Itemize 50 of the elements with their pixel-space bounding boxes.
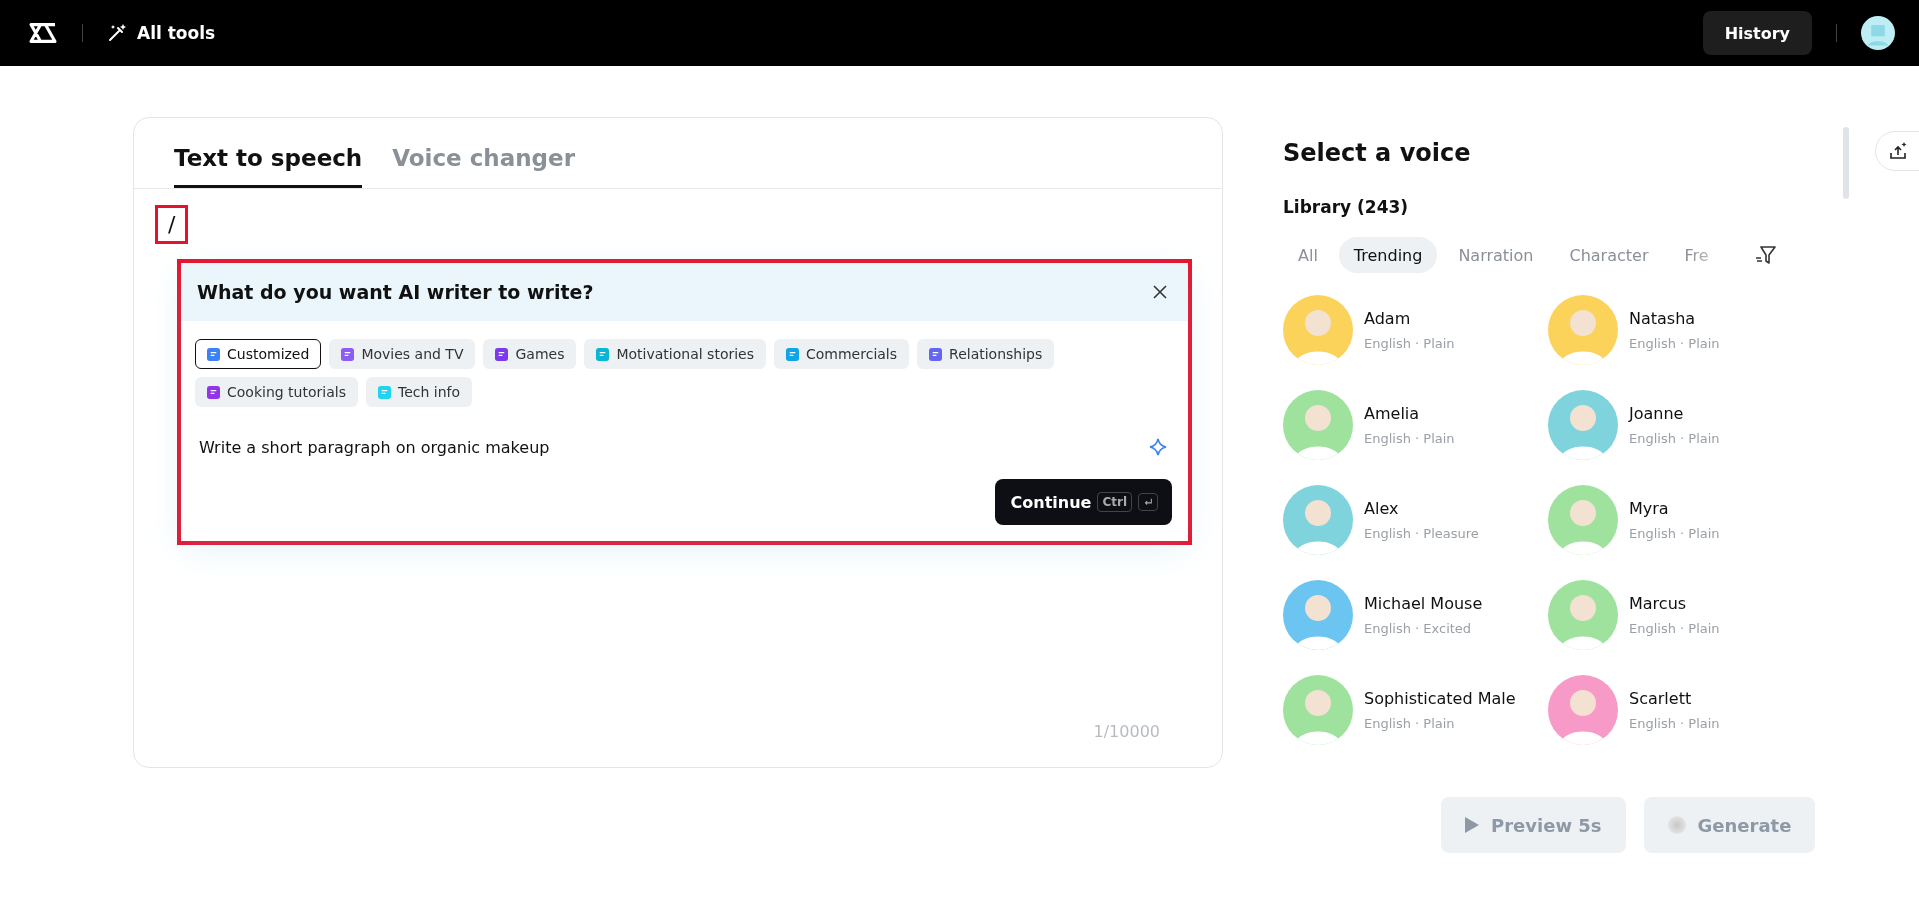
category-chip[interactable]: Tech info [365,377,473,407]
category-chip[interactable]: Customized [195,339,322,369]
voice-style: English · Plain [1629,431,1720,446]
voice-style: English · Plain [1629,336,1720,351]
library-heading: Library (243) [1283,197,1410,217]
voice-item[interactable]: Sophisticated Male English · Plain [1283,675,1548,745]
voice-style: English · Pleasure [1364,526,1479,541]
voice-style: English · Plain [1629,716,1720,731]
voice-style: English · Plain [1364,336,1455,351]
voice-item[interactable]: Alex English · Pleasure [1283,485,1548,555]
filter-tab[interactable]: Trending [1338,237,1438,273]
voice-style: English · Plain [1629,526,1720,541]
voice-style: English · Excited [1364,621,1473,636]
voice-style: English · Plain [1629,621,1720,636]
voice-item[interactable]: Marcus English · Plain [1548,580,1813,650]
voice-item[interactable]: Amelia English · Plain [1283,390,1548,460]
history-button[interactable]: History [1702,11,1812,55]
voice-name: Marcus [1629,594,1688,613]
voice-name: Sophisticated Male [1364,689,1516,708]
voice-item[interactable]: Natasha English · Plain [1548,295,1813,365]
voice-name: Adam [1364,309,1412,328]
category-chip[interactable]: Relationships [917,339,1055,369]
category-chip[interactable]: Movies and TV [329,339,476,369]
voice-item[interactable]: Scarlett English · Plain [1548,675,1813,745]
voice-name: Joanne [1629,404,1685,423]
voice-item[interactable]: Michael Mouse English · Excited [1283,580,1548,650]
character-counter: 1/10000 [1093,722,1160,741]
voice-style: English · Plain [1364,716,1456,731]
voice-name: Natasha [1629,309,1697,328]
typed-text: / [155,204,189,244]
category-chip[interactable]: Motivational stories [584,339,766,369]
voice-style: English · Plain [1364,431,1455,446]
continue-button[interactable]: Continue Ctrl [994,479,1172,525]
voice-item[interactable]: Adam English · Plain [1283,295,1548,365]
voice-name: Myra [1629,499,1670,518]
voice-name: Michael Mouse [1364,594,1483,613]
voice-item[interactable]: Joanne English · Plain [1548,390,1813,460]
voice-name: Scarlett [1629,689,1693,708]
voice-name: Alex [1364,499,1400,518]
panel-title: What do you want AI writer to write? [197,281,594,303]
category-chip[interactable]: Commercials [774,339,910,369]
all-tools-link[interactable]: All tools [107,23,216,43]
voice-name: Amelia [1364,404,1421,423]
voice-item[interactable]: Myra English · Plain [1548,485,1813,555]
category-chip[interactable]: Cooking tutorials [195,377,358,407]
tab[interactable]: Text to speech [174,145,363,188]
category-chip[interactable]: Games [483,339,577,369]
prompt-text[interactable]: Write a short paragraph on organic makeup [199,437,550,457]
shortcut-key: Ctrl [1097,492,1132,512]
panel-title: Select a voice [1283,139,1472,167]
